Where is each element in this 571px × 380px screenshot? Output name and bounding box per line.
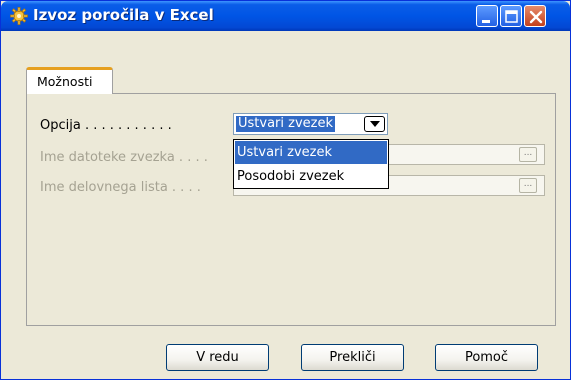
sheet-name-label: Ime delovnega lista . . . . bbox=[40, 180, 201, 195]
tab-label: Možnosti bbox=[37, 74, 93, 89]
sheet-name-assist-button[interactable]: ... bbox=[519, 178, 537, 193]
option-label: Opcija . . . . . . . . . . . bbox=[40, 118, 172, 133]
dropdown-item-posodobi[interactable]: Posodobi zvezek bbox=[235, 165, 387, 188]
maximize-button[interactable] bbox=[500, 5, 522, 27]
option-select-value: Ustvari zvezek bbox=[236, 116, 335, 132]
option-dropdown-list: Ustvari zvezek Posodobi zvezek bbox=[233, 139, 389, 189]
minimize-button[interactable] bbox=[476, 5, 498, 27]
chevron-down-icon bbox=[370, 121, 380, 127]
title-bar[interactable]: Izvoz poročila v Excel bbox=[1, 1, 570, 31]
close-button[interactable] bbox=[524, 5, 546, 27]
file-name-label: Ime datoteke zvezka . . . . bbox=[40, 150, 208, 165]
gear-icon bbox=[10, 7, 28, 25]
window-title: Izvoz poročila v Excel bbox=[33, 6, 214, 24]
export-dialog: Izvoz poročila v Excel Možnosti Opcija .… bbox=[0, 0, 571, 380]
file-name-assist-button[interactable]: ... bbox=[519, 147, 537, 162]
maximize-icon bbox=[505, 10, 518, 23]
dropdown-item-ustvari[interactable]: Ustvari zvezek bbox=[235, 141, 387, 164]
close-icon bbox=[529, 10, 543, 24]
minimize-icon bbox=[482, 20, 490, 23]
dropdown-arrow-button[interactable] bbox=[364, 116, 385, 132]
ok-button[interactable]: V redu bbox=[166, 344, 269, 371]
help-button[interactable]: Pomoč bbox=[435, 344, 538, 371]
cancel-button[interactable]: Prekliči bbox=[301, 344, 404, 371]
tab-moznosti[interactable]: Možnosti bbox=[26, 67, 113, 94]
option-select[interactable]: Ustvari zvezek bbox=[233, 113, 388, 135]
